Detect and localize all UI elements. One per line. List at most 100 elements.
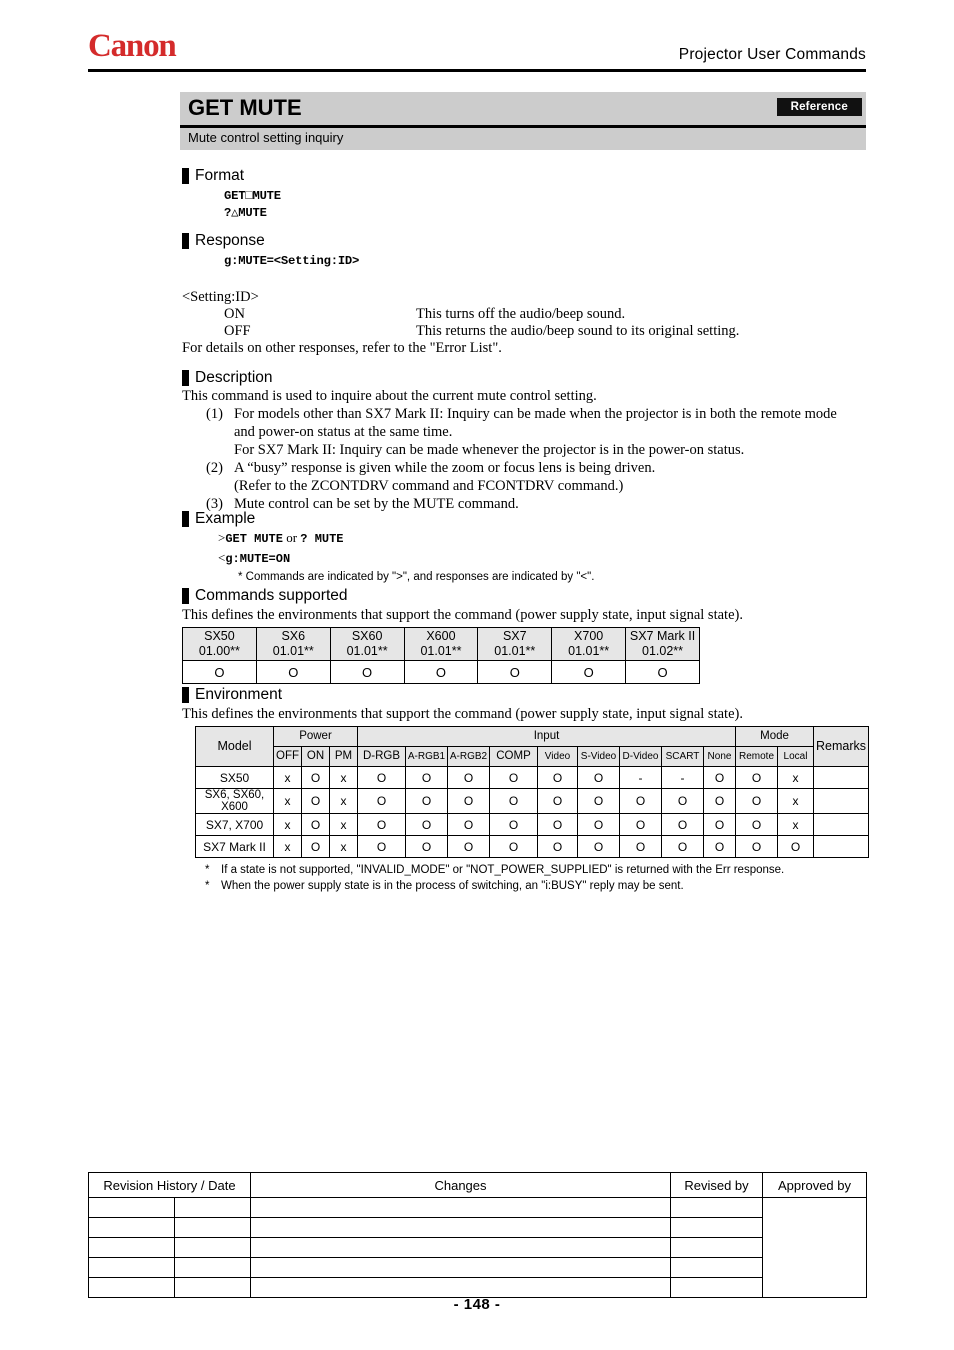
env-cell-input-dvideo: O (619, 813, 662, 836)
env-cell-mode-local: x (777, 813, 814, 836)
revision-history-table: Revision History / Date Changes Revised … (88, 1172, 867, 1298)
table-row: O O O O O O O (182, 660, 700, 684)
env-cell-input-argb2: O (447, 766, 490, 789)
cmdsup-support-cell: O (403, 660, 479, 684)
env-cell-power-pm: x (329, 788, 358, 814)
env-cell-input-argb1: O (405, 766, 448, 789)
revision-cell-date-a[interactable] (88, 1217, 175, 1238)
cmdsup-model-version: 01.01** (346, 644, 388, 658)
page-title: GET MUTE (188, 95, 302, 120)
env-cell-input-argb1: O (405, 835, 448, 858)
cmdsup-model-header: X700 01.01** (551, 627, 627, 661)
env-header-power: Power (273, 726, 358, 747)
cmdsup-model-name: SX7 (502, 629, 527, 643)
env-cell-input-comp: O (489, 788, 538, 814)
table-header-row: SX50 01.00** SX6 01.01** SX60 01.01** X6… (182, 627, 700, 661)
revision-cell-revised-by[interactable] (670, 1237, 763, 1258)
table-row (88, 1257, 867, 1278)
revision-cell-changes[interactable] (250, 1257, 671, 1278)
header-divider (88, 69, 866, 72)
response-syntax: g:MUTE=<Setting:ID> (224, 254, 360, 268)
section-description: Description This command is used to inqu… (182, 368, 837, 513)
env-row-model-line: SX6, SX60, (204, 789, 265, 801)
env-subheader-mode-remote: Remote (735, 746, 778, 767)
section-response-heading: Response (182, 231, 502, 250)
revision-cell-changes[interactable] (250, 1197, 671, 1218)
commands-supported-table: SX50 01.00** SX6 01.01** SX60 01.01** X6… (182, 627, 700, 684)
revision-cell-revised-by[interactable] (670, 1277, 763, 1298)
env-cell-power-off: x (273, 813, 302, 836)
table-row: SX50 x O x O O O O O O - - O O x (195, 766, 869, 789)
env-cell-remarks (813, 813, 869, 836)
env-cell-remarks (813, 766, 869, 789)
revision-cell-changes[interactable] (250, 1237, 671, 1258)
section-description-heading: Description (182, 368, 837, 387)
description-item-continuation: For SX7 Mark II: Inquiry can be made whe… (234, 442, 745, 458)
env-cell-input-drgb: O (357, 788, 406, 814)
revision-cell-revised-by[interactable] (670, 1217, 763, 1238)
footnote-text: If a state is not supported, "INVALID_MO… (221, 864, 785, 876)
revision-cell-date-a[interactable] (88, 1197, 175, 1218)
table-row (88, 1277, 867, 1298)
env-cell-mode-local: x (777, 766, 814, 789)
section-example: Example >GET MUTE or ? MUTE <g:MUTE=ON *… (182, 509, 594, 585)
env-subheader-input-none: None (703, 746, 736, 767)
env-subheader-input-argb1: A-RGB1 (405, 746, 448, 767)
response-value-name: ON (224, 306, 245, 322)
section-commands-supported-heading: Commands supported (182, 586, 743, 605)
env-cell-power-on: O (301, 766, 330, 789)
revision-cell-changes[interactable] (250, 1217, 671, 1238)
env-cell-input-video: O (537, 813, 578, 836)
env-row-model: SX6, SX60, X600 (195, 788, 274, 814)
example-response-line: <g:MUTE=ON (182, 548, 594, 568)
description-item-text: For models other than SX7 Mark II: Inqui… (234, 406, 837, 422)
revision-cell-date-a[interactable] (88, 1257, 175, 1278)
revision-header-approved-by: Approved by (762, 1172, 867, 1198)
env-subheader-power-pm: PM (329, 746, 358, 767)
cmdsup-support-cell: O (329, 660, 405, 684)
example-response-text: g:MUTE=ON (225, 551, 291, 566)
env-cell-input-argb2: O (447, 835, 490, 858)
env-cell-input-svideo: O (577, 788, 620, 814)
response-value-description: This returns the audio/beep sound to its… (416, 323, 740, 339)
section-example-heading: Example (182, 509, 594, 528)
cmdsup-model-name: SX6 (281, 629, 306, 643)
env-cell-input-drgb: O (357, 835, 406, 858)
environment-table: Model Power Input Mode Remarks OFF ON PM… (195, 726, 869, 858)
env-cell-mode-remote: O (735, 835, 778, 858)
section-commands-supported: Commands supported This defines the envi… (182, 586, 743, 684)
env-cell-power-pm: x (329, 766, 358, 789)
command-subtitle: Mute control setting inquiry (188, 130, 344, 145)
response-value-row: ON This turns off the audio/beep sound. (182, 306, 625, 323)
revision-cell-date-b[interactable] (174, 1197, 251, 1218)
revision-cell-date-b[interactable] (174, 1257, 251, 1278)
revision-cell-approved-by[interactable] (762, 1197, 867, 1298)
revision-cell-revised-by[interactable] (670, 1197, 763, 1218)
document-page: Canon Projector User Commands GET MUTE R… (0, 0, 954, 1350)
env-cell-power-on: O (301, 788, 330, 814)
revision-cell-date-a[interactable] (88, 1277, 175, 1298)
env-cell-power-off: x (273, 766, 302, 789)
env-cell-input-argb2: O (447, 813, 490, 836)
reference-badge: Reference (776, 98, 862, 116)
revision-cell-date-a[interactable] (88, 1237, 175, 1258)
table-header-row: Revision History / Date Changes Revised … (88, 1172, 867, 1198)
description-item: (2) A “busy” response is given while the… (182, 459, 837, 477)
revision-cell-changes[interactable] (250, 1277, 671, 1298)
revision-cell-date-b[interactable] (174, 1277, 251, 1298)
cmdsup-support-cell: O (255, 660, 331, 684)
cmdsup-model-name: SX60 (351, 629, 383, 643)
command-title-block: GET MUTE Reference Mute control setting … (180, 92, 866, 150)
table-row (88, 1237, 867, 1258)
commands-supported-description: This defines the environments that suppo… (182, 607, 743, 623)
example-command-line: >GET MUTE or ? MUTE (182, 528, 594, 548)
revision-cell-date-b[interactable] (174, 1217, 251, 1238)
env-cell-mode-local: O (777, 835, 814, 858)
revision-cell-revised-by[interactable] (670, 1257, 763, 1278)
env-cell-input-drgb: O (357, 813, 406, 836)
env-cell-mode-remote: O (735, 788, 778, 814)
env-row-model: SX7 Mark II (195, 835, 274, 858)
env-cell-input-scart: O (661, 788, 704, 814)
revision-cell-date-b[interactable] (174, 1237, 251, 1258)
env-cell-input-none: O (703, 788, 736, 814)
